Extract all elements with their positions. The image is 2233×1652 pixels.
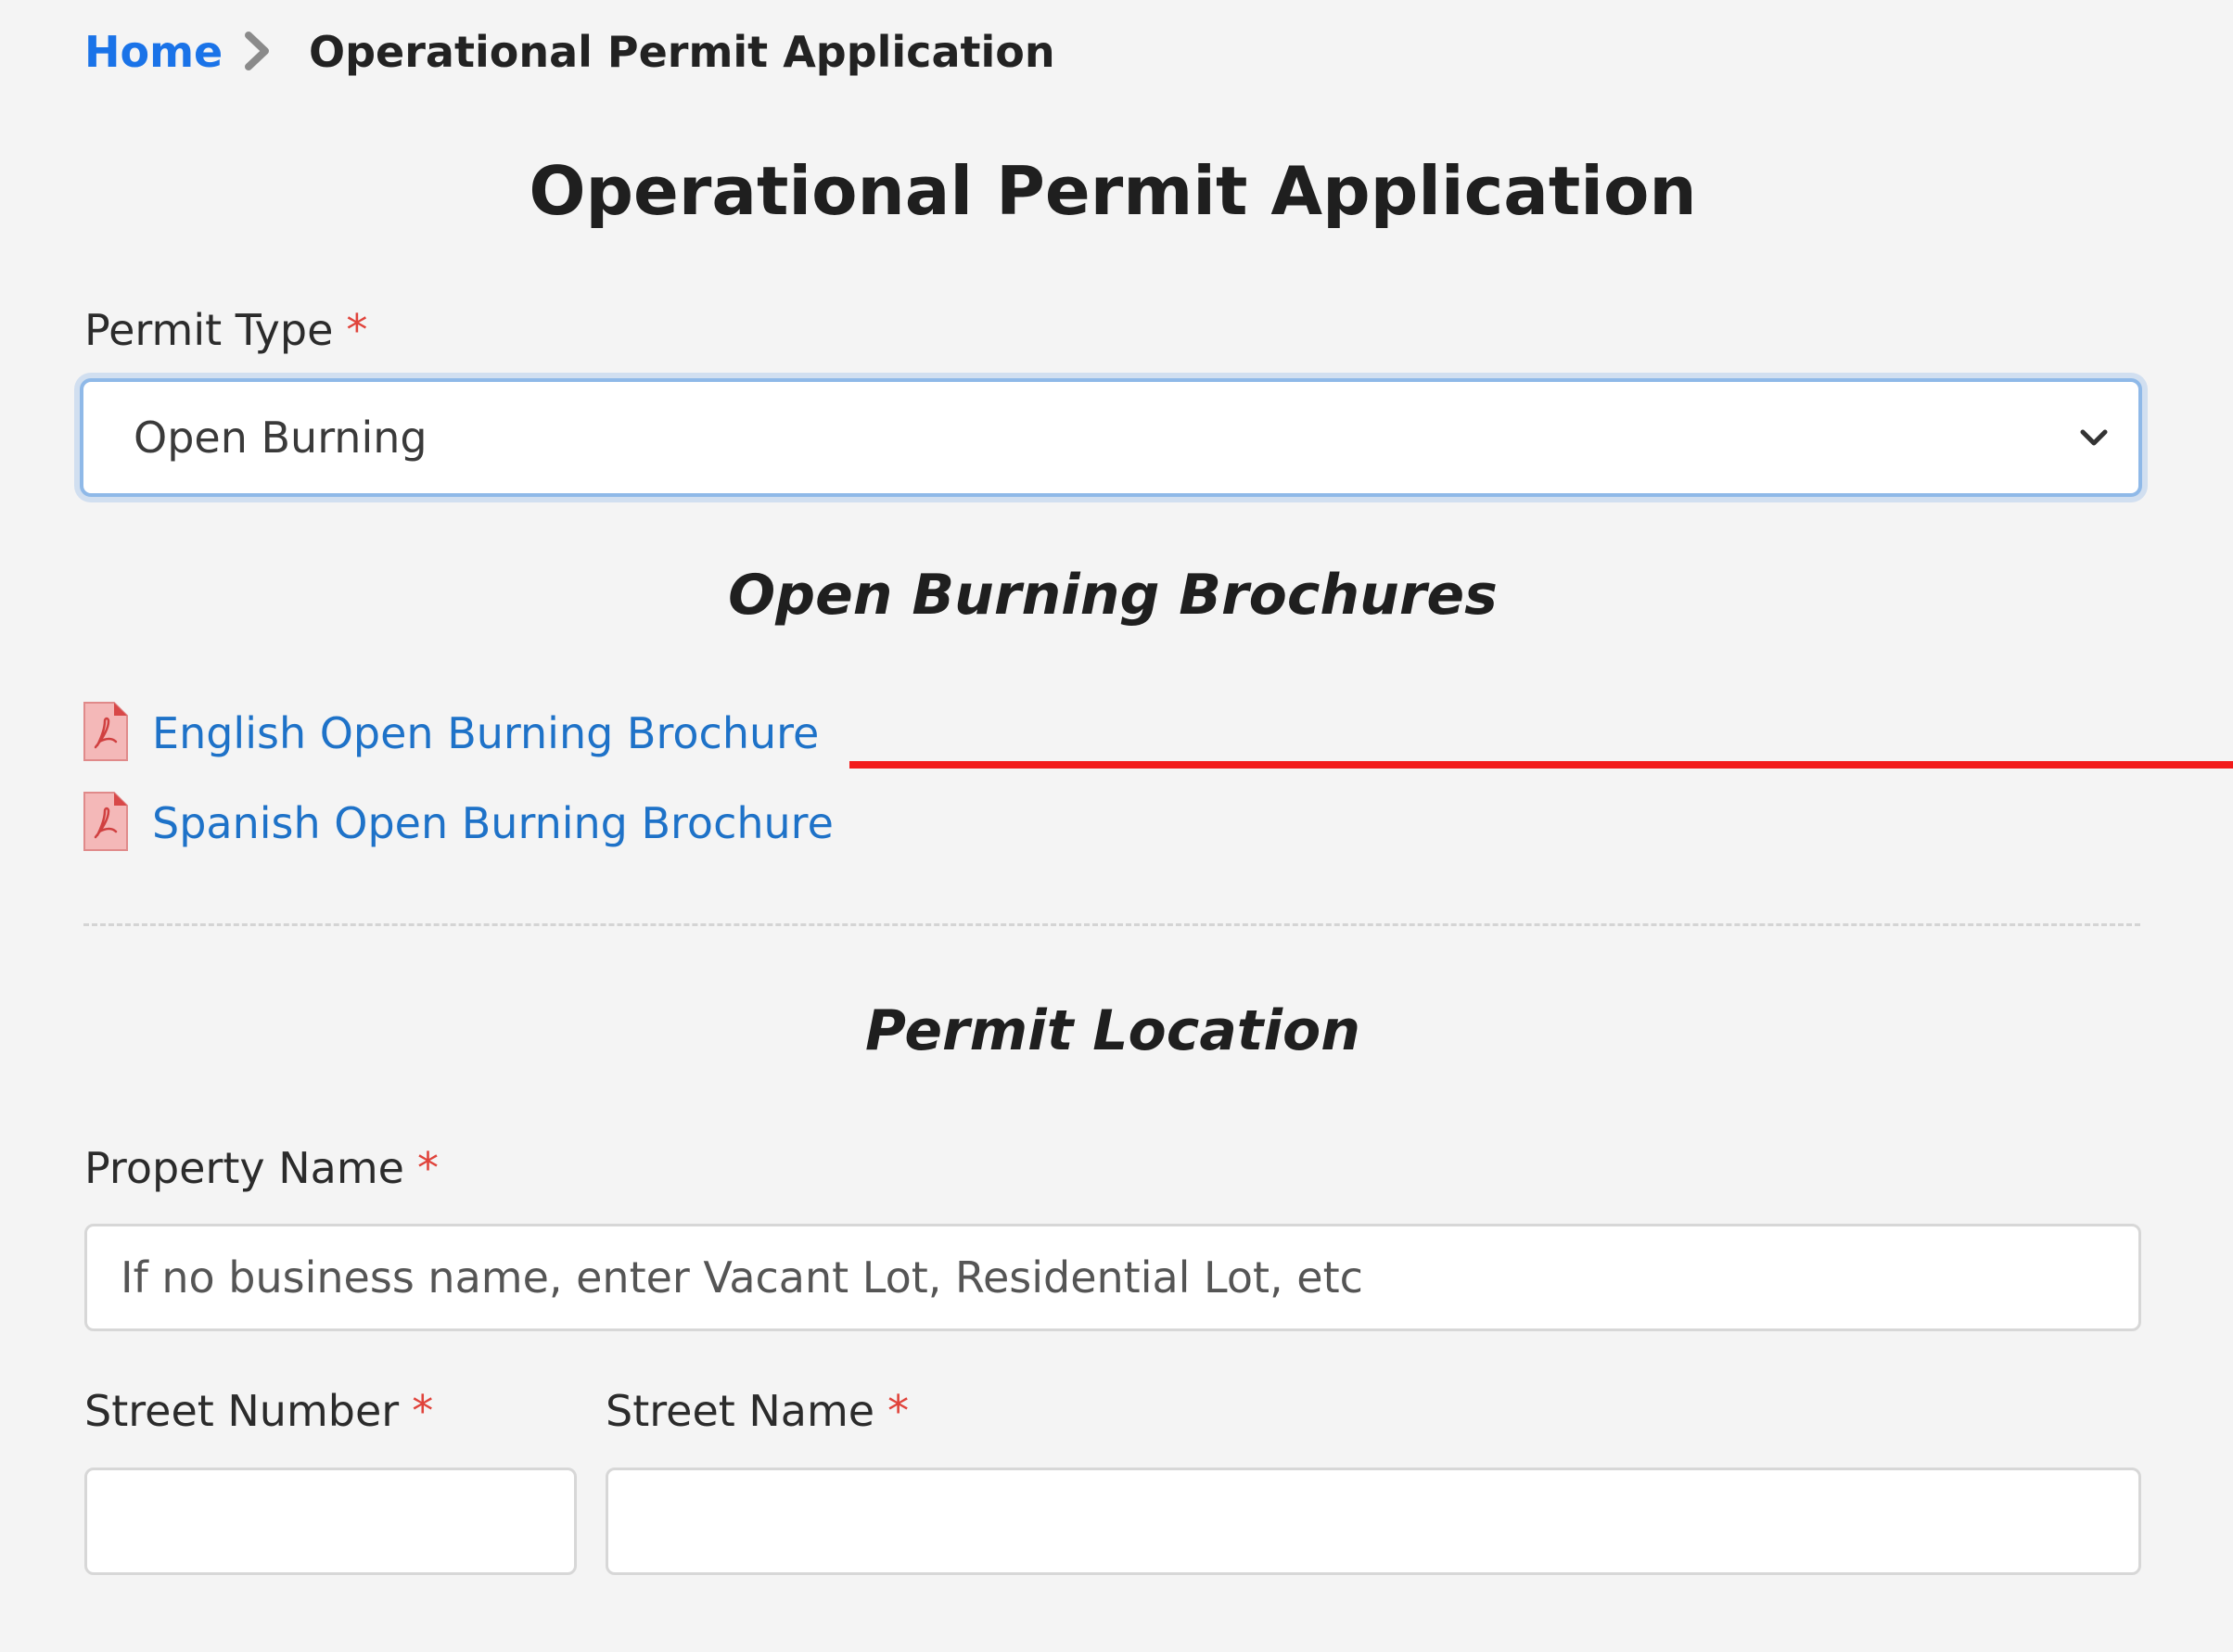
permit-type-label: Permit Type * bbox=[84, 302, 367, 358]
annotation-line bbox=[849, 761, 2233, 769]
chevron-right-icon bbox=[245, 32, 269, 70]
spanish-brochure-link[interactable]: Spanish Open Burning Brochure bbox=[152, 795, 834, 851]
required-asterisk: * bbox=[887, 1386, 910, 1436]
required-asterisk: * bbox=[346, 305, 368, 355]
required-asterisk: * bbox=[416, 1143, 439, 1193]
street-number-label-text: Street Number bbox=[84, 1386, 400, 1436]
street-name-label-text: Street Name bbox=[606, 1386, 875, 1436]
pdf-file-icon bbox=[83, 792, 128, 851]
pdf-file-icon bbox=[83, 702, 128, 761]
property-name-input[interactable] bbox=[84, 1224, 2141, 1331]
breadcrumb-home-link[interactable]: Home bbox=[84, 24, 223, 80]
permit-type-selected-value: Open Burning bbox=[134, 413, 427, 463]
permit-location-title: Permit Location bbox=[865, 998, 1360, 1063]
chevron-down-icon bbox=[2080, 429, 2108, 446]
permit-type-select[interactable]: Open Burning bbox=[80, 378, 2142, 497]
street-number-input[interactable] bbox=[84, 1468, 577, 1575]
page-title: Operational Permit Application bbox=[529, 152, 1697, 230]
street-number-label: Street Number * bbox=[84, 1383, 433, 1439]
street-name-label: Street Name * bbox=[606, 1383, 909, 1439]
required-asterisk: * bbox=[412, 1386, 434, 1436]
breadcrumb-current: Operational Permit Application bbox=[309, 27, 1055, 77]
brochures-title: Open Burning Brochures bbox=[728, 563, 1498, 628]
section-divider bbox=[83, 923, 2140, 926]
property-name-label: Property Name * bbox=[84, 1140, 439, 1196]
english-brochure-link[interactable]: English Open Burning Brochure bbox=[152, 705, 819, 761]
permit-type-label-text: Permit Type bbox=[84, 305, 334, 355]
street-name-input[interactable] bbox=[606, 1468, 2141, 1575]
property-name-label-text: Property Name bbox=[84, 1143, 404, 1193]
